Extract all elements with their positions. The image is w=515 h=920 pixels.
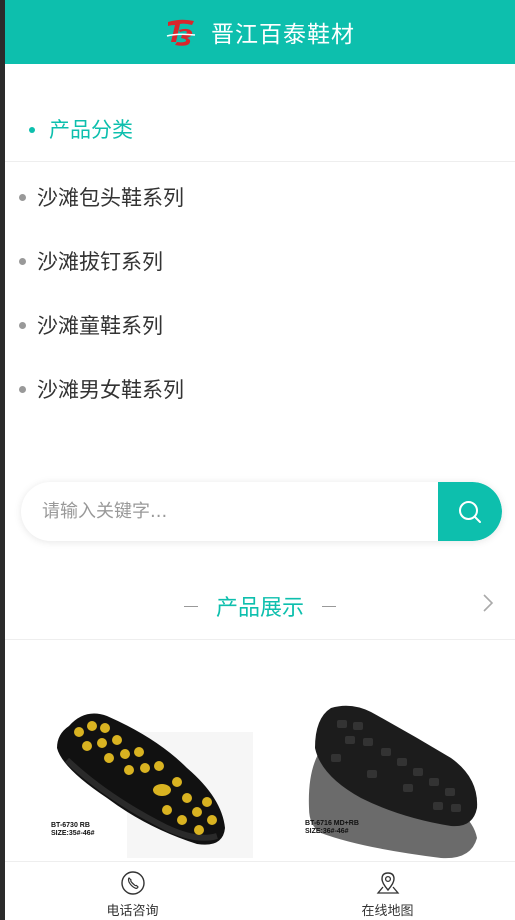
map-pin-icon xyxy=(376,872,399,894)
search-bar xyxy=(21,482,502,541)
product-size: SIZE:36#-46# xyxy=(305,828,349,835)
bullet-icon xyxy=(19,193,26,201)
category-list: 沙滩包头鞋系列 沙滩拔钉系列 沙滩童鞋系列 沙滩男女鞋系列 xyxy=(5,165,515,421)
chevron-right-icon[interactable] xyxy=(481,592,495,614)
nav-online-map[interactable]: 在线地图 xyxy=(260,862,515,920)
brand-logo-icon xyxy=(166,19,196,46)
heading-dot-icon xyxy=(29,127,35,133)
category-heading-label: 产品分类 xyxy=(49,118,133,142)
nav-label: 在线地图 xyxy=(361,904,414,919)
category-item-label: 沙滩拔钉系列 xyxy=(37,250,163,274)
title-dash-right xyxy=(322,605,336,607)
product-grid: BT-6730 RB SIZE:35#-46# BT-6716 MD+RB SI… xyxy=(5,640,515,862)
category-heading: 产品分类 xyxy=(5,104,515,162)
nav-label: 电话咨询 xyxy=(106,904,159,919)
product-card[interactable]: BT-6716 MD+RB SIZE:36#-46# xyxy=(301,698,511,862)
search-button[interactable] xyxy=(438,482,502,541)
category-item[interactable]: 沙滩男女鞋系列 xyxy=(5,357,515,421)
title-dash-left xyxy=(183,605,198,607)
category-item-label: 沙滩男女鞋系列 xyxy=(37,378,184,402)
nav-phone-consult[interactable]: 电话咨询 xyxy=(5,862,260,920)
category-item-label: 沙滩童鞋系列 xyxy=(37,314,163,338)
product-code: BT-6730 RB xyxy=(51,822,90,829)
showcase-heading-bar: 产品展示 xyxy=(5,578,515,640)
category-item-label: 沙滩包头鞋系列 xyxy=(37,186,184,210)
product-card[interactable]: BT-6730 RB SIZE:35#-46# xyxy=(47,698,257,862)
search-icon xyxy=(459,500,481,523)
product-size: SIZE:35#-46# xyxy=(51,830,95,837)
category-item[interactable]: 沙滩包头鞋系列 xyxy=(5,165,515,229)
bottom-nav: 电话咨询 在线地图 xyxy=(5,861,515,920)
showcase-title-wrap: 产品展示 xyxy=(5,590,515,622)
category-item[interactable]: 沙滩童鞋系列 xyxy=(5,293,515,357)
site-title: 晋江百泰鞋材 xyxy=(211,22,355,48)
category-item[interactable]: 沙滩拔钉系列 xyxy=(5,229,515,293)
showcase-heading: 产品展示 xyxy=(215,596,304,621)
search-input[interactable] xyxy=(21,482,438,541)
bullet-icon xyxy=(19,385,26,393)
phone-icon xyxy=(120,871,145,895)
left-edge-bar xyxy=(0,0,5,920)
bullet-icon xyxy=(19,257,26,265)
product-image-sole-black xyxy=(308,705,478,859)
product-code: BT-6716 MD+RB xyxy=(305,820,359,827)
header-bar: 晋江百泰鞋材 xyxy=(5,0,515,64)
bullet-icon xyxy=(19,321,26,329)
